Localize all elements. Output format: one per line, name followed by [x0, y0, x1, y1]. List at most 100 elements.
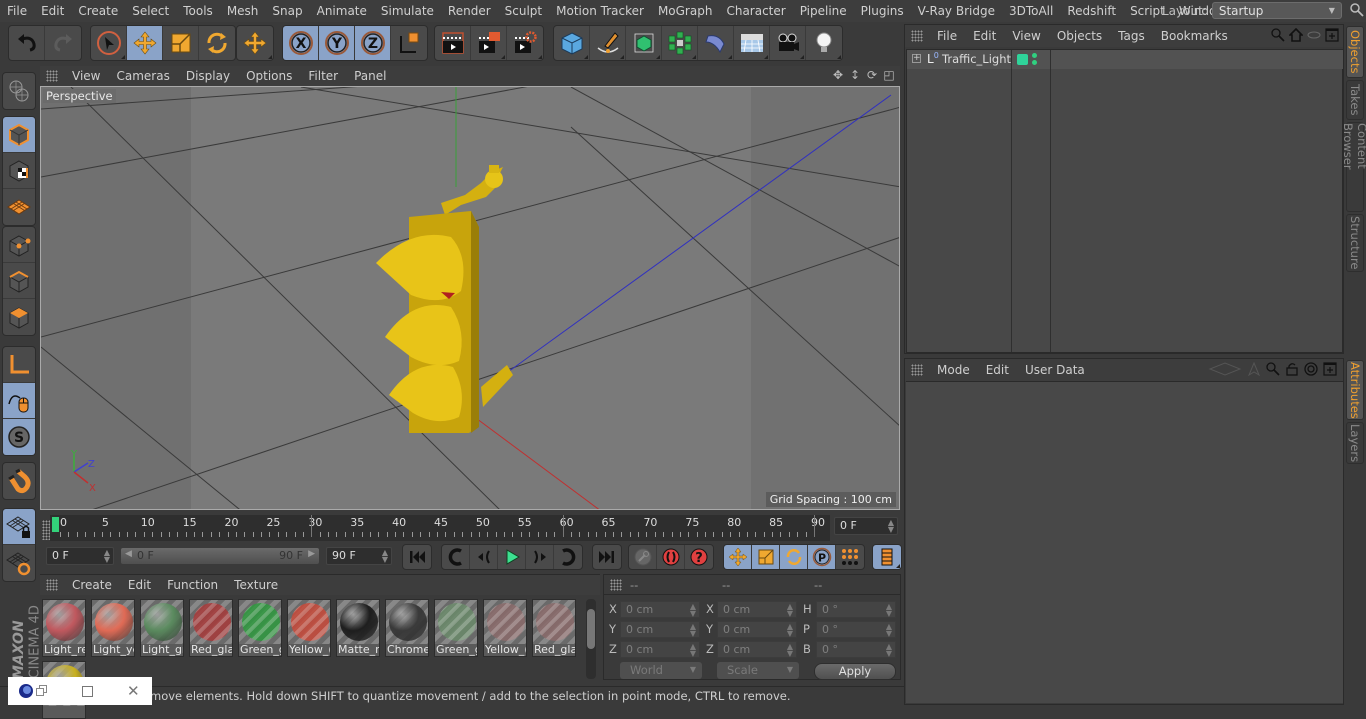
render-view-button[interactable]	[435, 26, 471, 60]
toggle-view-layout-icon[interactable]: ◰	[882, 68, 896, 82]
panel-grip-handle[interactable]	[610, 578, 622, 591]
target-icon[interactable]	[1304, 362, 1318, 376]
undo-button[interactable]	[9, 26, 45, 60]
objmgr-menu-file[interactable]: File	[929, 29, 965, 43]
menu-create[interactable]: Create	[71, 4, 125, 18]
material-swatch[interactable]: Yellow_(	[287, 599, 331, 657]
position-y-field[interactable]: 0 cm ▲ ▼	[620, 621, 700, 638]
coordinate-system-button[interactable]	[391, 26, 427, 60]
objmgr-menu-objects[interactable]: Objects	[1049, 29, 1110, 43]
render-picture-viewer-button[interactable]	[471, 26, 507, 60]
solo-button[interactable]: S	[3, 419, 35, 455]
deformer-button[interactable]	[698, 26, 734, 60]
viewport-camera-label[interactable]: Perspective	[43, 89, 116, 103]
move-tool-button[interactable]	[127, 26, 163, 60]
x-axis-button[interactable]: X	[283, 26, 319, 60]
viewport-menu-options[interactable]: Options	[238, 69, 300, 83]
keyframe-selection-button[interactable]: ?	[685, 545, 713, 569]
material-swatch[interactable]: Yellow_(	[483, 599, 527, 657]
coordinate-mode-dropdown[interactable]: World ▼	[620, 662, 702, 679]
material-swatch[interactable]: Light_gr	[140, 599, 184, 657]
column-divider[interactable]	[1050, 50, 1051, 352]
menu-snap[interactable]: Snap	[265, 4, 309, 18]
objmgr-menu-view[interactable]: View	[1004, 29, 1048, 43]
cube-button[interactable]	[554, 26, 590, 60]
menu-character[interactable]: Character	[719, 4, 792, 18]
panel-grip-handle[interactable]	[46, 70, 58, 82]
edges-mode-button[interactable]	[3, 263, 35, 299]
menu-simulate[interactable]: Simulate	[374, 4, 441, 18]
layer-color-swatch[interactable]	[1017, 54, 1028, 65]
menu-animate[interactable]: Animate	[310, 4, 374, 18]
material-swatch[interactable]: Chrome	[385, 599, 429, 657]
subdivision-button[interactable]	[626, 26, 662, 60]
material-swatch[interactable]: Red_gla	[532, 599, 576, 657]
search-icon[interactable]	[1350, 3, 1364, 17]
play-button[interactable]	[498, 545, 526, 569]
material-scrollbar[interactable]	[586, 599, 596, 679]
expand-icon[interactable]: +	[912, 54, 921, 63]
visibility-dots-icon[interactable]	[1032, 52, 1037, 67]
workplane-mode-button[interactable]	[3, 189, 35, 225]
previous-keyframe-button[interactable]	[442, 545, 470, 569]
layout-dropdown[interactable]: Startup ▼	[1211, 2, 1342, 19]
rotation-p-field[interactable]: 0 ° ▲ ▼	[816, 621, 896, 638]
new-window-icon[interactable]	[1323, 362, 1337, 376]
start-frame-field[interactable]: 0 F ▲ ▼	[46, 547, 114, 565]
current-frame-field[interactable]: 0 F ▲ ▼	[834, 517, 898, 535]
objmgr-menu-bookmarks[interactable]: Bookmarks	[1153, 29, 1236, 43]
previous-frame-button[interactable]	[470, 545, 498, 569]
go-to-start-button[interactable]	[403, 545, 431, 569]
attr-menu-edit[interactable]: Edit	[978, 363, 1017, 377]
tab-structure[interactable]: Structure	[1346, 214, 1364, 272]
material-menu-edit[interactable]: Edit	[120, 578, 159, 592]
next-frame-button[interactable]	[526, 545, 554, 569]
back-arrow-icon[interactable]	[1208, 362, 1242, 376]
rotate-tool-button[interactable]	[199, 26, 235, 60]
panel-grip-handle[interactable]	[911, 364, 923, 376]
menu-mesh[interactable]: Mesh	[220, 4, 266, 18]
menu-plugins[interactable]: Plugins	[854, 4, 911, 18]
planar-workplane-button[interactable]	[3, 545, 35, 581]
rotation-b-field[interactable]: 0 ° ▲ ▼	[816, 641, 896, 658]
make-editable-button[interactable]	[3, 73, 35, 109]
scale-tool-button[interactable]	[163, 26, 199, 60]
pen-spline-button[interactable]	[590, 26, 626, 60]
material-swatch[interactable]: Red_gla	[189, 599, 233, 657]
panel-grip-handle[interactable]	[911, 30, 923, 42]
lock-icon[interactable]	[1285, 362, 1299, 376]
menu-sculpt[interactable]: Sculpt	[498, 4, 549, 18]
viewport-menu-display[interactable]: Display	[178, 69, 238, 83]
size-y-field[interactable]: 0 cm ▲ ▼	[717, 621, 797, 638]
material-menu-function[interactable]: Function	[159, 578, 226, 592]
light-button[interactable]	[806, 26, 842, 60]
points-mode-button[interactable]	[3, 227, 35, 263]
pan-view-icon[interactable]: ✥	[831, 68, 845, 82]
dolly-view-icon[interactable]: ↕	[848, 68, 862, 82]
z-axis-button[interactable]: Z	[355, 26, 391, 60]
render-settings-button[interactable]	[507, 26, 543, 60]
attr-menu-mode[interactable]: Mode	[929, 363, 978, 377]
apply-button[interactable]: Apply	[814, 663, 896, 680]
menu-vray-bridge[interactable]: V-Ray Bridge	[911, 4, 1002, 18]
size-x-field[interactable]: 0 cm ▲ ▼	[717, 601, 797, 618]
viewport-menu-view[interactable]: View	[64, 69, 108, 83]
model-mode-button[interactable]	[3, 117, 35, 153]
close-window-button[interactable]: ✕	[127, 682, 140, 700]
material-menu-create[interactable]: Create	[64, 578, 120, 592]
menu-select[interactable]: Select	[125, 4, 176, 18]
attr-menu-user-data[interactable]: User Data	[1017, 363, 1093, 377]
tab-takes[interactable]: Takes	[1346, 80, 1364, 120]
menu-pipeline[interactable]: Pipeline	[793, 4, 854, 18]
size-mode-dropdown[interactable]: Scale ▼	[717, 662, 799, 679]
motion-record-button[interactable]	[629, 545, 657, 569]
restore-window-button[interactable]	[36, 685, 48, 697]
end-frame-field[interactable]: 90 F ▲ ▼	[326, 547, 392, 565]
column-divider[interactable]	[1011, 50, 1012, 352]
orbit-view-icon[interactable]: ⟳	[865, 68, 879, 82]
range-left-arrow-icon[interactable]: ◀	[125, 549, 132, 559]
tab-objects[interactable]: Objects	[1346, 26, 1364, 78]
visibility-icon[interactable]	[1307, 28, 1321, 42]
viewport-menu-panel[interactable]: Panel	[346, 69, 394, 83]
search-icon[interactable]	[1266, 362, 1280, 376]
